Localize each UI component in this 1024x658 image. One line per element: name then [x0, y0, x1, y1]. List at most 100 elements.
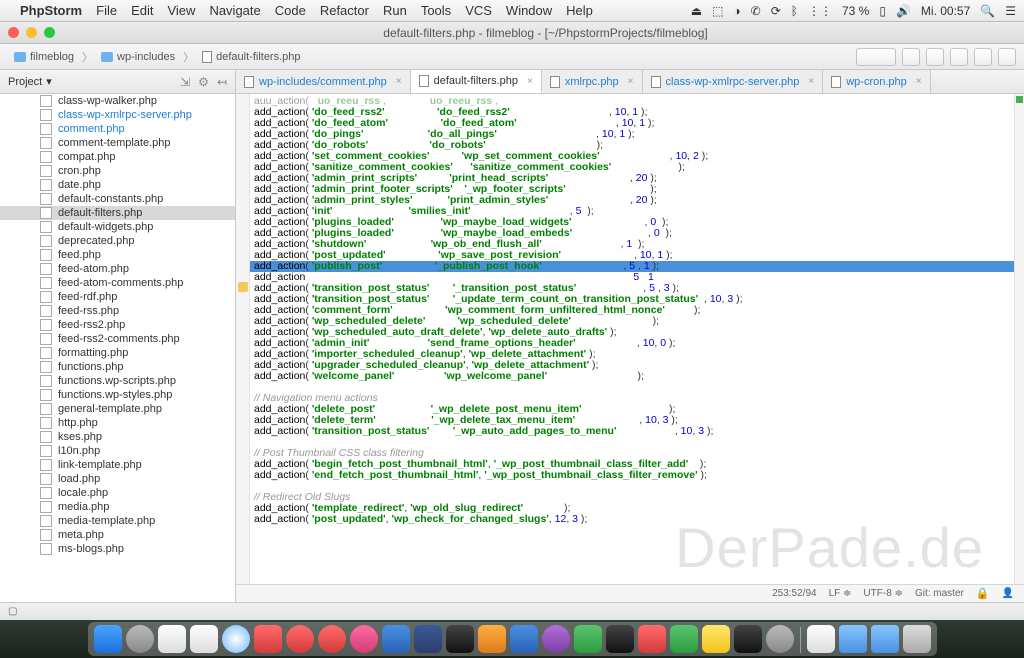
app-menu[interactable]: PhpStorm: [20, 3, 82, 18]
close-tab-icon[interactable]: ×: [808, 76, 814, 87]
file-tree-item[interactable]: compat.php: [0, 150, 235, 164]
menu-run[interactable]: Run: [383, 3, 407, 18]
breadcrumb-root[interactable]: filmeblog: [8, 49, 80, 65]
line-separator[interactable]: LF ≑: [829, 588, 852, 599]
file-tree-item[interactable]: locale.php: [0, 486, 235, 500]
dock-phpstorm[interactable]: [542, 625, 570, 653]
file-tree-item[interactable]: kses.php: [0, 430, 235, 444]
window-minimize-button[interactable]: [26, 27, 37, 38]
code-editor[interactable]: auu_action( uo_reeu_rss , uo_reeu_rss , …: [250, 94, 1014, 584]
dropbox-icon[interactable]: ⬚: [712, 4, 723, 18]
search-button[interactable]: [998, 48, 1016, 66]
file-tree-item[interactable]: feed-rss2.php: [0, 318, 235, 332]
breadcrumb-folder[interactable]: wp-includes: [95, 49, 181, 65]
file-tree-item[interactable]: comment-template.php: [0, 136, 235, 150]
inspection-profile-icon[interactable]: 👤: [1002, 588, 1014, 599]
file-tree-item[interactable]: default-constants.php: [0, 192, 235, 206]
file-tree-item[interactable]: media.php: [0, 500, 235, 514]
vcs-button[interactable]: [950, 48, 968, 66]
dock-app[interactable]: [126, 625, 154, 653]
volume-icon[interactable]: 🔊: [896, 4, 911, 18]
menu-tools[interactable]: Tools: [421, 3, 451, 18]
battery-indicator[interactable]: 73 %: [842, 4, 869, 18]
dock-app[interactable]: [702, 625, 730, 653]
collapse-icon[interactable]: ⇲: [180, 75, 190, 89]
file-tree-item[interactable]: link-template.php: [0, 458, 235, 472]
file-tree-item[interactable]: http.php: [0, 416, 235, 430]
vcs-button[interactable]: [902, 48, 920, 66]
dock-app[interactable]: [158, 625, 186, 653]
settings-icon[interactable]: ⚙: [198, 75, 209, 89]
editor-gutter[interactable]: [236, 94, 250, 584]
phone-icon[interactable]: ✆: [751, 4, 761, 18]
dock-folder[interactable]: [871, 625, 899, 653]
file-tree-item[interactable]: meta.php: [0, 528, 235, 542]
file-tree-item[interactable]: ms-blogs.php: [0, 542, 235, 556]
error-stripe[interactable]: [1014, 94, 1024, 584]
editor-tab[interactable]: wp-cron.php×: [823, 70, 930, 93]
editor-tab[interactable]: wp-includes/comment.php×: [236, 70, 411, 93]
menu-view[interactable]: View: [167, 3, 195, 18]
dock-app[interactable]: [286, 625, 314, 653]
file-tree-item[interactable]: media-template.php: [0, 514, 235, 528]
dock-app[interactable]: [510, 625, 538, 653]
menu-code[interactable]: Code: [275, 3, 306, 18]
menu-navigate[interactable]: Navigate: [209, 3, 260, 18]
gutter-warning-icon[interactable]: [238, 282, 248, 292]
menu-refactor[interactable]: Refactor: [320, 3, 369, 18]
close-tab-icon[interactable]: ×: [527, 76, 533, 87]
run-config-dropdown[interactable]: [856, 48, 896, 66]
dock-terminal[interactable]: [734, 625, 762, 653]
dock-app[interactable]: [670, 625, 698, 653]
dock-finder[interactable]: [94, 625, 122, 653]
dock-app[interactable]: [318, 625, 346, 653]
dock-app[interactable]: [254, 625, 282, 653]
menu-vcs[interactable]: VCS: [465, 3, 492, 18]
dock-calendar[interactable]: [190, 625, 218, 653]
file-tree-item[interactable]: feed-rss2-comments.php: [0, 332, 235, 346]
project-tool-header[interactable]: Project ▾ ⇲ ⚙ ↤: [0, 70, 235, 94]
readonly-lock-icon[interactable]: 🔒: [976, 587, 990, 600]
menu-help[interactable]: Help: [566, 3, 593, 18]
file-tree-item[interactable]: feed.php: [0, 248, 235, 262]
close-tab-icon[interactable]: ×: [396, 76, 402, 87]
dock-safari[interactable]: [222, 625, 250, 653]
tray-icon[interactable]: ◑: [733, 4, 740, 18]
file-tree-item[interactable]: feed-rss.php: [0, 304, 235, 318]
clock[interactable]: Mi. 00:57: [921, 4, 970, 18]
spotlight-icon[interactable]: 🔍: [980, 4, 995, 18]
file-tree-item[interactable]: date.php: [0, 178, 235, 192]
menu-window[interactable]: Window: [506, 3, 552, 18]
file-tree-item[interactable]: comment.php: [0, 122, 235, 136]
file-tree-item[interactable]: class-wp-xmlrpc-server.php: [0, 108, 235, 122]
battery-icon[interactable]: ▯: [879, 4, 886, 18]
vcs-button[interactable]: [926, 48, 944, 66]
file-tree-item[interactable]: functions.wp-styles.php: [0, 388, 235, 402]
dock-settings[interactable]: [766, 625, 794, 653]
dock-filezilla[interactable]: [638, 625, 666, 653]
file-tree-item[interactable]: default-filters.php: [0, 206, 235, 220]
dock-downloads[interactable]: [839, 625, 867, 653]
file-tree-item[interactable]: feed-atom-comments.php: [0, 276, 235, 290]
file-tree-item[interactable]: feed-atom.php: [0, 262, 235, 276]
file-tree-item[interactable]: formatting.php: [0, 346, 235, 360]
file-tree-item[interactable]: feed-rdf.php: [0, 290, 235, 304]
dock-trash[interactable]: [903, 625, 931, 653]
file-encoding[interactable]: UTF-8 ≑: [863, 588, 903, 599]
file-tree-item[interactable]: l10n.php: [0, 444, 235, 458]
file-tree-item[interactable]: load.php: [0, 472, 235, 486]
breadcrumb-file[interactable]: default-filters.php: [196, 49, 306, 65]
bluetooth-icon[interactable]: ᛒ: [791, 4, 798, 18]
editor-tab[interactable]: xmlrpc.php×: [542, 70, 643, 93]
file-tree-item[interactable]: deprecated.php: [0, 234, 235, 248]
dock-app[interactable]: [574, 625, 602, 653]
refresh-icon[interactable]: ⟳: [771, 4, 781, 18]
dock-itunes[interactable]: [350, 625, 378, 653]
dock-app[interactable]: [606, 625, 634, 653]
dock-app[interactable]: [807, 625, 835, 653]
menu-file[interactable]: File: [96, 3, 117, 18]
file-tree-item[interactable]: default-widgets.php: [0, 220, 235, 234]
dock-appstore[interactable]: [382, 625, 410, 653]
file-tree[interactable]: class-wp-walker.phpclass-wp-xmlrpc-serve…: [0, 94, 235, 602]
tray-icon[interactable]: ⏏: [691, 4, 702, 18]
